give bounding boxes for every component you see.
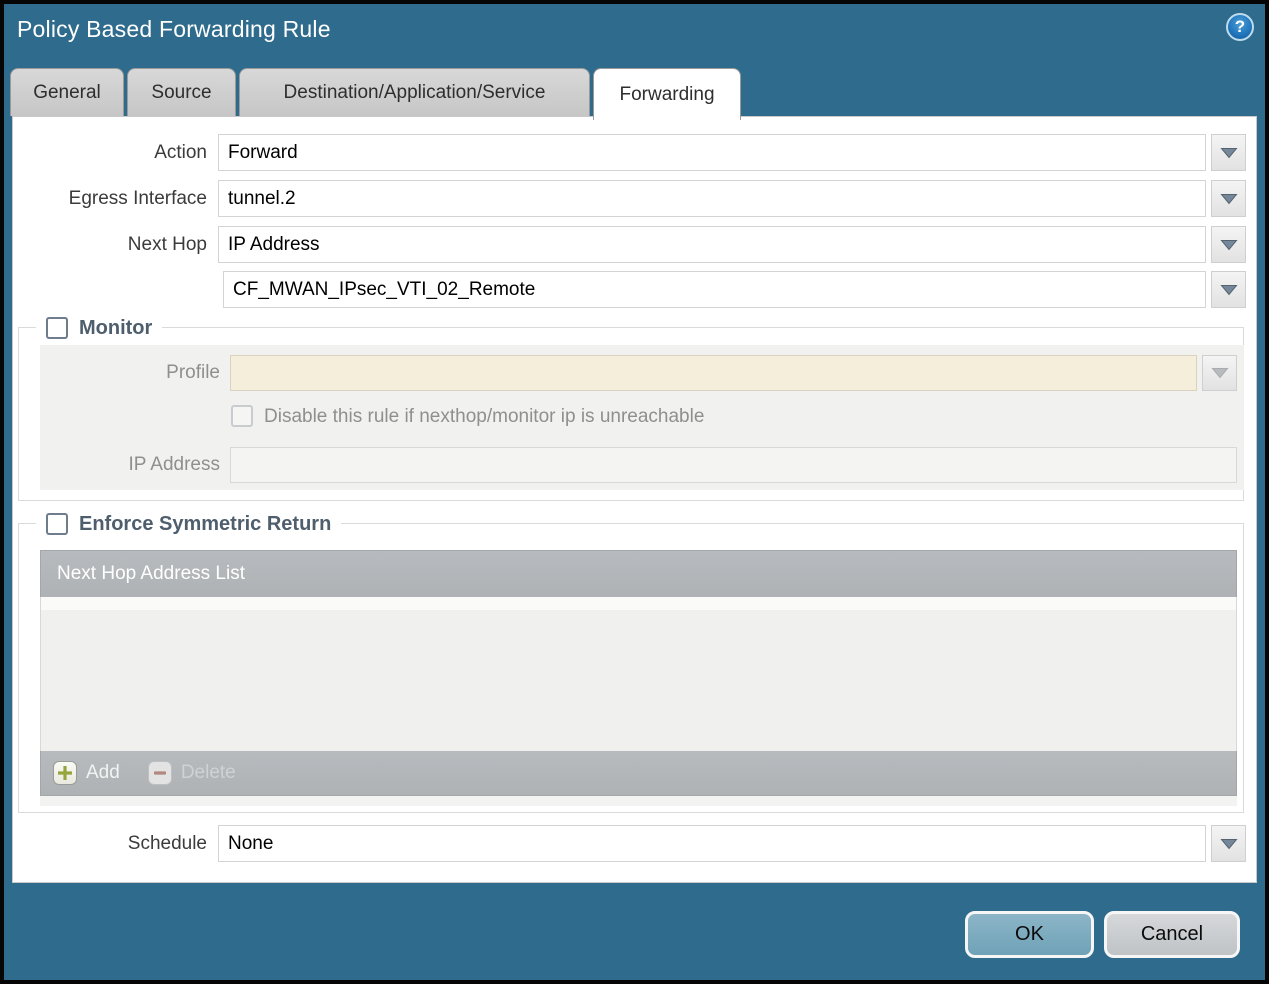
next-hop-address-list-body[interactable]: [40, 597, 1237, 751]
tab-destination-label: Destination/Application/Service: [283, 81, 546, 103]
action-dropdown-button[interactable]: [1211, 134, 1246, 171]
next-hop-address-value: CF_MWAN_IPsec_VTI_02_Remote: [233, 278, 536, 300]
monitor-ip-address-label: IP Address: [128, 454, 220, 475]
grid-toolbar: Add Delete: [40, 751, 1237, 796]
profile-combobox: [230, 355, 1197, 391]
tab-forwarding[interactable]: Forwarding: [593, 68, 741, 120]
add-button[interactable]: Add: [53, 761, 120, 785]
tab-source-label: Source: [151, 81, 212, 103]
action-combobox[interactable]: Forward: [218, 134, 1206, 171]
tab-general[interactable]: General: [10, 68, 124, 116]
monitor-checkbox[interactable]: [46, 317, 68, 339]
schedule-dropdown-button[interactable]: [1211, 825, 1246, 862]
add-button-label: Add: [86, 762, 120, 783]
egress-interface-dropdown-button[interactable]: [1211, 180, 1246, 217]
egress-interface-label: Egress Interface: [68, 188, 207, 209]
tab-destination-application-service[interactable]: Destination/Application/Service: [239, 68, 590, 116]
next-hop-address-list-grid: Next Hop Address List Add Delete: [40, 550, 1237, 806]
help-glyph: ?: [1234, 17, 1246, 36]
next-hop-address-dropdown-button[interactable]: [1211, 271, 1246, 308]
cancel-button[interactable]: Cancel: [1104, 911, 1240, 958]
disable-rule-checkbox: [231, 405, 253, 427]
next-hop-dropdown-button[interactable]: [1211, 226, 1246, 263]
profile-label: Profile: [166, 362, 220, 383]
tab-forwarding-label: Forwarding: [619, 83, 715, 105]
enforce-symmetric-return-label: Enforce Symmetric Return: [79, 512, 332, 535]
tab-source[interactable]: Source: [127, 68, 236, 116]
action-value: Forward: [228, 141, 298, 163]
schedule-label: Schedule: [127, 833, 207, 854]
next-hop-address-list-header: Next Hop Address List: [40, 550, 1237, 597]
schedule-value: None: [228, 832, 274, 854]
monitor-legend-label: Monitor: [79, 316, 153, 339]
schedule-combobox[interactable]: None: [218, 825, 1206, 862]
next-hop-address-list-header-label: Next Hop Address List: [57, 563, 245, 584]
monitor-legend: Monitor: [36, 313, 163, 343]
next-hop-address-combobox[interactable]: CF_MWAN_IPsec_VTI_02_Remote: [223, 271, 1206, 308]
chevron-down-icon: [1219, 147, 1238, 158]
minus-icon: [147, 761, 172, 785]
cancel-button-label: Cancel: [1140, 923, 1204, 945]
ok-button-label: OK: [1015, 923, 1044, 945]
egress-interface-combobox[interactable]: tunnel.2: [218, 180, 1206, 217]
help-icon[interactable]: ?: [1226, 13, 1254, 41]
ok-button[interactable]: OK: [965, 911, 1094, 958]
plus-icon: [53, 761, 77, 785]
egress-interface-value: tunnel.2: [228, 187, 296, 209]
next-hop-label: Next Hop: [127, 234, 207, 255]
monitor-ip-address-input: [230, 447, 1237, 483]
chevron-down-icon: [1219, 284, 1238, 295]
next-hop-combobox[interactable]: IP Address: [218, 226, 1206, 263]
disable-rule-label: Disable this rule if nexthop/monitor ip …: [264, 406, 705, 427]
action-label: Action: [154, 142, 207, 163]
policy-based-forwarding-dialog: Policy Based Forwarding Rule ? General S…: [0, 0, 1269, 984]
page-title: Policy Based Forwarding Rule: [17, 16, 331, 42]
grid-footer-strip: [40, 796, 1237, 806]
profile-dropdown-button: [1202, 355, 1237, 391]
delete-button: Delete: [147, 761, 236, 785]
grid-empty-row: [41, 597, 1236, 610]
chevron-down-icon: [1219, 239, 1238, 250]
enforce-symmetric-return-checkbox[interactable]: [46, 513, 68, 535]
tab-general-label: General: [33, 81, 101, 103]
chevron-down-icon: [1210, 368, 1229, 379]
enforce-symmetric-return-legend: Enforce Symmetric Return: [36, 509, 342, 539]
next-hop-value: IP Address: [228, 233, 320, 255]
chevron-down-icon: [1219, 193, 1238, 204]
chevron-down-icon: [1219, 838, 1238, 849]
delete-button-label: Delete: [180, 762, 236, 783]
